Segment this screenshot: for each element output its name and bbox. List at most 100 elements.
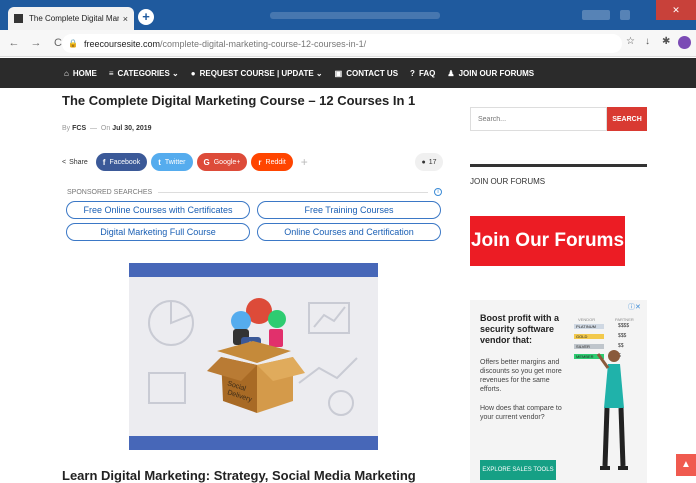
nav-item-label: FAQ <box>418 68 436 78</box>
share-reddit-button[interactable]: r Reddit <box>251 153 293 171</box>
sidebar-advertisement[interactable]: ⓘ✕ Boost profit with a security software… <box>470 300 647 483</box>
url-field[interactable]: 🔒 freecoursesite.com /complete-digital-m… <box>62 34 622 53</box>
share-button-label: Reddit <box>265 158 286 166</box>
sponsored-searches-header: SPONSORED SEARCHES i <box>67 186 442 198</box>
sponsored-label: SPONSORED SEARCHES <box>67 188 153 196</box>
facebook-icon: f <box>102 157 106 167</box>
course-hero-image: f Social Delivery <box>129 263 378 450</box>
download-icon[interactable]: ↓ <box>645 36 650 47</box>
nav-item-faq[interactable]: ? FAQ <box>410 69 435 78</box>
browser-tab-bar: The Complete Digital Marketing × + ✕ <box>0 0 696 30</box>
site-favicon-icon <box>14 14 23 23</box>
google-icon: G <box>203 157 210 167</box>
ad-tier-bar: PLATINUM <box>574 324 604 329</box>
twitter-icon: t <box>158 157 161 167</box>
nav-icon-1-icon: ≡ <box>108 68 114 78</box>
person-illustration-icon <box>596 350 628 470</box>
nav-item-categories[interactable]: ≡ CATEGORIES ⌄ <box>109 69 179 78</box>
window-minimize-icon[interactable] <box>620 10 630 20</box>
section-heading: Learn Digital Marketing: Strategy, Socia… <box>62 468 416 483</box>
sponsored-link-free-training-courses[interactable]: Free Training Courses <box>257 201 441 219</box>
window-close-icon: ✕ <box>672 5 680 15</box>
article-meta: By FCS — On Jul 30, 2019 <box>62 125 152 132</box>
meta-separator: — <box>90 125 98 132</box>
window-extension-button[interactable] <box>582 10 610 20</box>
comments-button[interactable]: ● 17 <box>415 153 443 171</box>
ad-paragraph-2: How does that compare to your current ve… <box>480 405 562 421</box>
ad-headline: Boost profit with a security software ve… <box>480 313 559 345</box>
window-close-button[interactable]: ✕ <box>656 0 696 20</box>
share-facebook-button[interactable]: f Facebook <box>95 153 148 171</box>
adchoices-icon[interactable]: ⓘ✕ <box>628 302 641 312</box>
ad-tier-bar: GOLD <box>574 334 604 339</box>
tab-bar-blurred-region <box>270 12 440 19</box>
share-google-button[interactable]: G Google+ <box>196 153 248 171</box>
address-bar: ← → C 🔒 freecoursesite.com /complete-dig… <box>0 30 696 57</box>
tab-close-icon[interactable]: × <box>123 14 128 24</box>
comment-count: 17 <box>428 158 437 166</box>
new-tab-button[interactable]: + <box>138 9 154 25</box>
nav-icon-0-icon: ⌂ <box>64 68 69 78</box>
nav-item-contact-us[interactable]: ▣ CONTACT US <box>335 69 398 78</box>
profile-avatar[interactable] <box>678 36 691 49</box>
scroll-to-top-button[interactable]: ▲ <box>676 454 696 476</box>
share-button-label: Twitter <box>164 158 186 166</box>
explore-sales-tools-button[interactable]: EXPLORE SALES TOOLS <box>480 460 556 480</box>
extension-icon[interactable]: ✱ <box>662 36 670 47</box>
by-label: By <box>62 125 71 132</box>
sponsored-divider <box>158 191 428 193</box>
nav-item-request-course-update[interactable]: ● REQUEST COURSE | UPDATE ⌄ <box>191 69 323 78</box>
share-text: Share <box>69 158 88 166</box>
back-arrow-icon[interactable]: ← <box>6 37 22 49</box>
share-icon: < <box>62 158 67 166</box>
search-button[interactable]: SEARCH <box>607 107 647 131</box>
nav-item-label: CONTACT US <box>346 68 399 78</box>
info-icon[interactable]: i <box>434 188 442 196</box>
on-label: On <box>100 125 111 132</box>
nav-item-label: JOIN OUR FORUMS <box>458 68 535 78</box>
browser-tab[interactable]: The Complete Digital Marketing × <box>8 7 134 30</box>
author-link[interactable]: FCS <box>72 125 86 132</box>
share-twitter-button[interactable]: t Twitter <box>151 153 193 171</box>
bookmark-star-icon[interactable]: ☆ <box>626 36 635 47</box>
nav-icon-5-icon: ♟ <box>447 68 455 78</box>
lock-icon: 🔒 <box>68 39 78 48</box>
sidebar-divider <box>470 164 647 167</box>
nav-icon-2-icon: ● <box>190 68 196 78</box>
share-bar: < Share f Facebook t Twitter G Google+ r Reddit… <box>62 151 308 173</box>
ad-tier-value: $$$ <box>618 333 627 339</box>
publish-date: Jul 30, 2019 <box>112 125 152 132</box>
social-box-illustration-icon: f Social Delivery <box>148 298 358 416</box>
nav-icon-3-icon: ▣ <box>334 68 343 78</box>
nav-item-label: CATEGORIES ⌄ <box>117 68 179 78</box>
ad-col-partner: PARTNER <box>615 317 634 322</box>
site-navigation: ⌂ HOME ≡ CATEGORIES ⌄ ● REQUEST COURSE | UPDA… <box>0 58 696 88</box>
ad-col-vendor: VENDOR <box>578 317 596 322</box>
share-button-label: Google+ <box>213 158 241 166</box>
hero-bottom-band <box>129 436 378 450</box>
sponsored-link-online-courses-certification[interactable]: Online Courses and Certification <box>257 223 441 241</box>
sponsored-link-free-online-courses[interactable]: Free Online Courses with Certificates <box>66 201 250 219</box>
tab-title: The Complete Digital Marketing <box>29 14 119 23</box>
join-forums-banner[interactable]: Join Our Forums <box>470 216 625 266</box>
forward-arrow-icon[interactable]: → <box>28 37 44 49</box>
url-path: /complete-digital-marketing-course-12-co… <box>160 38 367 49</box>
ad-tier-value: $$$$ <box>618 323 630 329</box>
share-button-label: Facebook <box>109 158 141 166</box>
more-share-icon[interactable]: + <box>301 155 308 169</box>
sidebar-heading: JOIN OUR FORUMS <box>470 177 546 186</box>
reddit-icon: r <box>258 157 262 167</box>
nav-item-label: REQUEST COURSE | UPDATE ⌄ <box>199 68 323 78</box>
nav-item-label: HOME <box>72 68 97 78</box>
share-label[interactable]: < Share <box>62 159 88 166</box>
ad-paragraph-1: Offers better margins and discounts so y… <box>480 359 562 393</box>
url-host: freecoursesite.com <box>83 38 160 49</box>
comment-bubble-icon: ● <box>421 158 426 166</box>
nav-item-join-our-forums[interactable]: ♟ JOIN OUR FORUMS <box>447 69 534 78</box>
page-title: The Complete Digital Marketing Course – … <box>62 93 416 108</box>
page: The Complete Digital Marketing × + ✕ ← →… <box>0 0 696 483</box>
search-input[interactable] <box>470 107 607 131</box>
sponsored-link-digital-marketing-full-course[interactable]: Digital Marketing Full Course <box>66 223 250 241</box>
nav-item-home[interactable]: ⌂ HOME <box>64 69 97 78</box>
nav-icon-4-icon: ? <box>410 68 415 78</box>
